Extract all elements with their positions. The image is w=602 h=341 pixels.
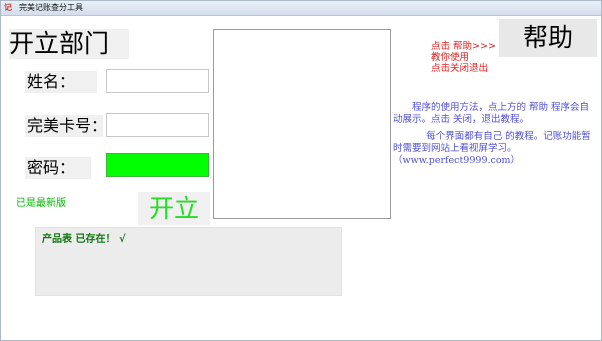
preview-panel [213, 29, 391, 219]
instructions-para-2: 每个界面都有自己 的教程。记账功能暂时需要到网站上看视屏学习。（www.perf… [393, 131, 591, 166]
password-input[interactable] [106, 153, 209, 177]
main-area: 开立部门 姓名： 完美卡号： 密码： 已是最新版 开立 产品表 已存在！ √ 点… [1, 16, 601, 340]
help-button[interactable]: 帮助 [499, 19, 597, 57]
card-number-input[interactable] [106, 113, 209, 137]
name-label: 姓名： [25, 71, 97, 93]
dept-heading: 开立部门 [9, 29, 129, 59]
title-bar[interactable]: 记 完美记账查分工具 [1, 1, 601, 16]
app-logo-icon: 记 [4, 3, 12, 12]
log-line: 产品表 已存在！ √ [42, 234, 126, 245]
log-panel: 产品表 已存在！ √ [35, 227, 342, 296]
hint-line-3: 点击关闭退出 [431, 63, 489, 74]
app-window: 记 完美记账查分工具 开立部门 姓名： 完美卡号： 密码： 已是最新版 开立 产… [0, 0, 602, 341]
name-input[interactable] [106, 69, 209, 93]
instructions-text: 程序的使用方法，点上方的 帮助 程序会自动展示。点击 关闭，退出教程。 每个界面… [393, 102, 597, 172]
instructions-para-1: 程序的使用方法，点上方的 帮助 程序会自动展示。点击 关闭，退出教程。 [393, 102, 590, 125]
window-title: 完美记账查分工具 [19, 3, 83, 12]
version-status: 已是最新版 [16, 198, 66, 209]
card-number-label: 完美卡号： [25, 115, 108, 137]
password-label: 密码： [25, 157, 91, 179]
open-button[interactable]: 开立 [138, 192, 210, 225]
